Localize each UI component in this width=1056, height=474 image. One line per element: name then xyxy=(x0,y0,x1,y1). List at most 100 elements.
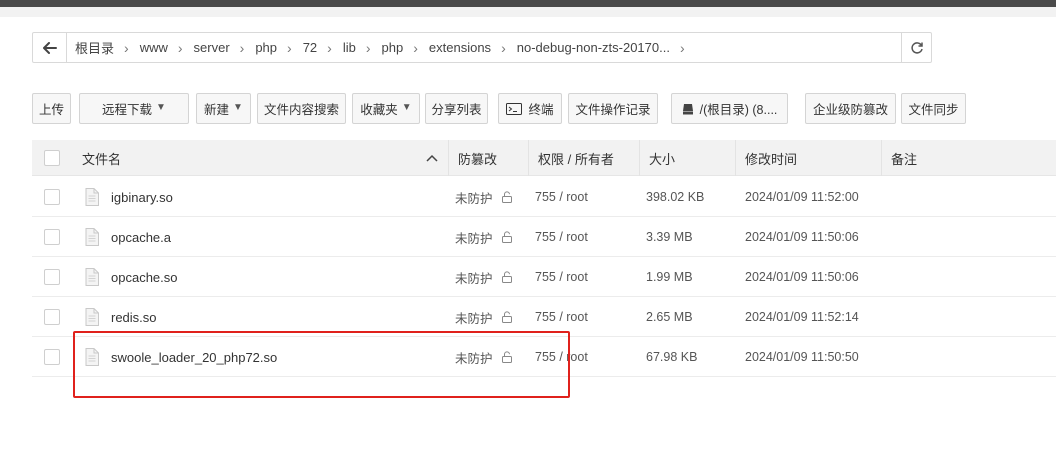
file-icon xyxy=(85,217,99,257)
refresh-icon xyxy=(910,41,923,54)
file-name[interactable]: swoole_loader_20_php72.so xyxy=(111,350,277,365)
disk-button[interactable]: /(根目录) (8.... xyxy=(671,93,788,124)
modified-time: 2024/01/09 11:52:00 xyxy=(745,190,859,204)
tamper-status: 未防护 xyxy=(455,311,493,326)
unlock-icon[interactable] xyxy=(501,271,513,283)
tamper-status: 未防护 xyxy=(455,191,493,206)
toolbar: 上传 远程下载 ▼ 新建 ▼ 文件内容搜索 收藏夹 ▼ 分享列表 终端 文件操作记录 … xyxy=(32,93,1042,124)
chevron-right-icon: › xyxy=(501,39,506,56)
share-list-button[interactable]: 分享列表 xyxy=(425,93,488,124)
file-name[interactable]: opcache.so xyxy=(111,270,178,285)
row-checkbox-cell xyxy=(44,297,60,337)
file-size: 3.39 MB xyxy=(646,230,693,244)
column-size[interactable]: 大小 xyxy=(639,140,735,176)
table-row[interactable]: redis.so 未防护 755 / root 2.65 MB 2024/01/09 1… xyxy=(32,297,1056,337)
terminal-button[interactable]: 终端 xyxy=(498,93,562,124)
breadcrumb: 根目录 › www › server › php › 72 › lib › php › extensions… xyxy=(67,38,901,57)
row-checkbox[interactable] xyxy=(44,269,60,285)
page-background xyxy=(0,7,1056,17)
chevron-right-icon: › xyxy=(177,39,183,56)
row-checkbox-cell xyxy=(44,177,60,217)
column-permission[interactable]: 权限 / 所有者 xyxy=(528,140,639,176)
breadcrumb-item[interactable]: 72 xyxy=(303,40,317,55)
chevron-down-icon: ▼ xyxy=(156,102,166,113)
permission-owner[interactable]: 755 / root xyxy=(535,230,588,244)
file-icon xyxy=(85,297,99,337)
enterprise-tamper-button[interactable]: 企业级防篡改 xyxy=(805,93,896,124)
operation-log-button[interactable]: 文件操作记录 xyxy=(568,93,658,124)
row-checkbox[interactable] xyxy=(44,189,60,205)
modified-time: 2024/01/09 11:50:50 xyxy=(745,350,859,364)
unlock-icon[interactable] xyxy=(501,231,513,243)
modified-time: 2024/01/09 11:52:14 xyxy=(745,310,859,324)
address-bar: 根目录 › www › server › php › 72 › lib › php › extensions… xyxy=(32,32,932,63)
row-checkbox-cell xyxy=(44,257,60,297)
unlock-icon[interactable] xyxy=(501,351,513,363)
modified-time: 2024/01/09 11:50:06 xyxy=(745,270,859,284)
favorites-button[interactable]: 收藏夹 ▼ xyxy=(352,93,420,124)
breadcrumb-item[interactable]: lib xyxy=(343,40,356,55)
permission-owner[interactable]: 755 / root xyxy=(535,190,588,204)
column-name[interactable]: 文件名 xyxy=(82,140,448,176)
table-header: 文件名 防篡改 权限 / 所有者 大小 修改时间 备注 xyxy=(32,140,1056,176)
column-tamper[interactable]: 防篡改 xyxy=(448,140,528,176)
new-button[interactable]: 新建 ▼ xyxy=(196,93,251,124)
breadcrumb-item[interactable]: server xyxy=(194,40,230,55)
table-row[interactable]: igbinary.so 未防护 755 / root 398.02 KB 2024/01… xyxy=(32,177,1056,217)
terminal-icon xyxy=(506,102,523,115)
file-size: 1.99 MB xyxy=(646,270,693,284)
select-all-checkbox[interactable] xyxy=(44,150,60,166)
row-checkbox-cell xyxy=(44,337,60,377)
table-row[interactable]: swoole_loader_20_php72.so 未防护 755 / root 67… xyxy=(32,337,1056,377)
table-row[interactable]: opcache.a 未防护 755 / root 3.39 MB 2024/01/09 … xyxy=(32,217,1056,257)
disk-icon xyxy=(682,103,694,115)
upload-button[interactable]: 上传 xyxy=(32,93,71,124)
remote-download-button[interactable]: 远程下载 ▼ xyxy=(79,93,189,124)
file-icon xyxy=(85,337,99,377)
refresh-button[interactable] xyxy=(901,33,931,62)
file-icon xyxy=(85,177,99,217)
file-size: 2.65 MB xyxy=(646,310,693,324)
unlock-icon[interactable] xyxy=(501,191,513,203)
chevron-up-icon xyxy=(426,154,438,162)
chevron-right-icon: › xyxy=(239,39,245,56)
permission-owner[interactable]: 755 / root xyxy=(535,350,588,364)
column-note[interactable]: 备注 xyxy=(881,140,1056,176)
breadcrumb-item[interactable]: php xyxy=(255,40,277,55)
row-checkbox[interactable] xyxy=(44,309,60,325)
chevron-down-icon: ▼ xyxy=(233,102,243,113)
chevron-right-icon: › xyxy=(365,39,371,56)
permission-owner[interactable]: 755 / root xyxy=(535,310,588,324)
breadcrumb-item[interactable]: 根目录 xyxy=(75,38,114,57)
back-button[interactable] xyxy=(33,33,67,62)
permission-owner[interactable]: 755 / root xyxy=(535,270,588,284)
chevron-right-icon: › xyxy=(287,39,292,56)
row-checkbox[interactable] xyxy=(44,349,60,365)
tamper-status: 未防护 xyxy=(455,351,493,366)
file-name[interactable]: redis.so xyxy=(111,310,157,325)
tamper-status: 未防护 xyxy=(455,231,493,246)
modified-time: 2024/01/09 11:50:06 xyxy=(745,230,859,244)
file-name[interactable]: igbinary.so xyxy=(111,190,173,205)
file-size: 67.98 KB xyxy=(646,350,698,364)
chevron-right-icon: › xyxy=(413,39,418,56)
row-checkbox[interactable] xyxy=(44,229,60,245)
breadcrumb-item[interactable]: php xyxy=(382,40,404,55)
row-checkbox-cell xyxy=(44,217,60,257)
file-name[interactable]: opcache.a xyxy=(111,230,171,245)
chevron-right-icon: › xyxy=(679,39,685,56)
file-icon xyxy=(85,257,99,297)
breadcrumb-item[interactable]: extensions xyxy=(429,40,491,55)
breadcrumb-item[interactable]: www xyxy=(140,40,168,55)
content-search-button[interactable]: 文件内容搜索 xyxy=(257,93,346,124)
chevron-right-icon: › xyxy=(124,39,129,56)
column-mtime[interactable]: 修改时间 xyxy=(735,140,881,176)
file-size: 398.02 KB xyxy=(646,190,705,204)
chevron-down-icon: ▼ xyxy=(401,102,412,113)
unlock-icon[interactable] xyxy=(501,311,513,323)
table-row[interactable]: opcache.so 未防护 755 / root 1.99 MB 2024/01/09… xyxy=(32,257,1056,297)
breadcrumb-item[interactable]: no-debug-non-zts-20170... xyxy=(517,40,670,55)
file-sync-button[interactable]: 文件同步 xyxy=(901,93,966,124)
window-top-bar xyxy=(0,0,1056,7)
select-all-checkbox-cell xyxy=(44,140,60,176)
